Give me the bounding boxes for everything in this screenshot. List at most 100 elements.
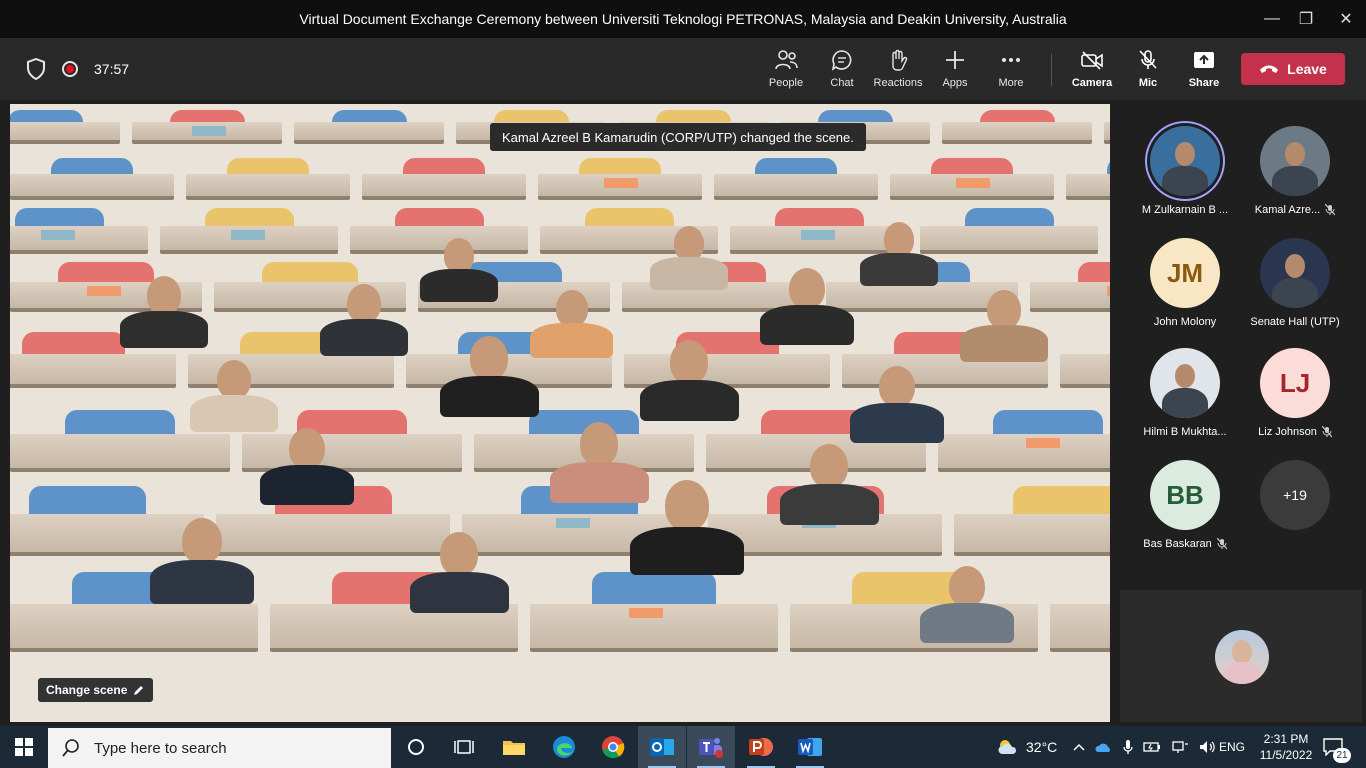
windows-taskbar: Type here to search 32°C ENG 2:31 PM 11/… [0, 726, 1366, 768]
cortana-button[interactable] [392, 726, 440, 768]
powerpoint-app[interactable] [737, 726, 785, 768]
notification-center-button[interactable]: 21 [1323, 726, 1351, 768]
people-button[interactable]: People [758, 48, 814, 92]
microphone-icon[interactable] [1123, 739, 1133, 755]
auditorium-desk [938, 434, 1110, 472]
attendee-avatar [920, 566, 1014, 643]
teams-icon [699, 738, 723, 758]
mic-muted-icon [1325, 204, 1336, 216]
task-view-icon [454, 740, 474, 754]
participant-tile[interactable]: Kamal Azre... [1240, 126, 1350, 230]
attendee-avatar [760, 268, 854, 345]
attendee-avatar [650, 226, 728, 290]
clock[interactable]: 2:31 PM 11/5/2022 [1256, 726, 1316, 768]
network-icon[interactable] [1171, 740, 1189, 754]
auditorium-desk [362, 174, 526, 200]
participant-avatar [1150, 348, 1220, 418]
participant-name-label: Bas Baskaran [1143, 538, 1227, 550]
weather-widget[interactable]: 32°C [996, 726, 1057, 768]
shield-icon[interactable] [26, 58, 46, 80]
auditorium-desk [10, 604, 258, 652]
meeting-toolbar: 37:57 People Chat Reactions Apps More Ca… [0, 38, 1366, 100]
auditorium-desk [942, 122, 1092, 144]
cortana-circle-icon [408, 739, 424, 755]
chat-button[interactable]: Chat [814, 48, 870, 92]
apps-button[interactable]: Apps [927, 48, 983, 92]
taskbar-search-box[interactable]: Type here to search [48, 728, 391, 768]
auditorium-desk [1066, 174, 1110, 200]
participant-tile[interactable]: Hilmi B Mukhta... [1130, 348, 1240, 452]
more-participants-button[interactable]: +19 [1260, 460, 1330, 530]
desk-paper [801, 230, 836, 240]
task-view-button[interactable] [440, 726, 488, 768]
attendee-avatar [960, 290, 1049, 363]
windows-logo-icon [15, 738, 33, 756]
word-icon [798, 738, 822, 756]
mic-button[interactable]: Mic [1120, 48, 1176, 92]
attendee-avatar [420, 238, 498, 302]
camera-off-icon [1081, 51, 1103, 70]
raise-hand-icon [892, 49, 908, 71]
auditorium-desk [10, 122, 120, 144]
auditorium-desk [920, 226, 1098, 254]
participant-avatar [1260, 238, 1330, 308]
change-scene-button[interactable]: Change scene [38, 678, 154, 702]
participant-avatar: LJ [1260, 348, 1330, 418]
participant-tile[interactable]: LJ Liz Johnson [1240, 348, 1350, 452]
reactions-button[interactable]: Reactions [870, 48, 926, 92]
attendee-avatar [860, 222, 938, 286]
people-icon [775, 50, 798, 70]
attendee-avatar [440, 336, 539, 418]
desk-paper [86, 286, 121, 296]
outlook-app[interactable] [638, 726, 686, 768]
plus-icon [946, 51, 964, 69]
participant-initials: BB [1166, 479, 1204, 510]
meeting-timer: 37:57 [94, 61, 130, 77]
participant-tile[interactable]: +19 [1240, 460, 1350, 564]
outlook-icon [650, 738, 674, 756]
attendee-avatar [320, 284, 409, 357]
chrome-app[interactable] [589, 726, 637, 768]
speaker-icon[interactable] [1199, 740, 1217, 754]
file-explorer-app[interactable] [490, 726, 538, 768]
participant-tile[interactable]: JM John Molony [1130, 238, 1240, 342]
auditorium-desk [10, 226, 148, 254]
participant-tile[interactable]: Senate Hall (UTP) [1240, 238, 1350, 342]
chrome-icon [602, 736, 625, 759]
attendee-avatar [630, 480, 745, 575]
close-window-button[interactable]: ✕ [1323, 0, 1366, 38]
word-app[interactable] [786, 726, 834, 768]
notification-count-badge: 21 [1333, 748, 1351, 763]
auditorium-desk [186, 174, 350, 200]
start-button[interactable] [0, 726, 48, 768]
scene-changed-notification: Kamal Azreel B Kamarudin (CORP/UTP) chan… [490, 123, 866, 151]
camera-button[interactable]: Camera [1064, 48, 1120, 92]
attendee-avatar [260, 428, 354, 505]
attendee-avatar [850, 366, 944, 443]
language-indicator[interactable]: ENG [1219, 726, 1245, 768]
attendee-avatar [120, 276, 209, 349]
battery-icon[interactable] [1143, 741, 1161, 753]
participant-tile[interactable]: BB Bas Baskaran [1130, 460, 1240, 564]
edge-app[interactable] [540, 726, 588, 768]
chevron-up-icon[interactable] [1073, 743, 1085, 751]
toolbar-divider [1051, 54, 1052, 86]
desk-paper [629, 608, 664, 618]
self-view-tile[interactable] [1120, 590, 1362, 722]
leave-button[interactable]: Leave [1241, 53, 1345, 85]
share-button[interactable]: Share [1176, 48, 1232, 92]
mic-off-icon [1139, 50, 1157, 69]
auditorium-desk [1060, 354, 1110, 388]
recording-indicator-icon [62, 61, 78, 77]
participant-tile[interactable]: M Zulkarnain B ... [1130, 126, 1240, 230]
more-button[interactable]: More [983, 48, 1039, 92]
participant-name-label: M Zulkarnain B ... [1141, 204, 1229, 216]
teams-app[interactable] [687, 726, 735, 768]
participant-avatar: BB [1150, 460, 1220, 530]
participant-avatar: JM [1150, 238, 1220, 308]
participant-name-label: Senate Hall (UTP) [1250, 316, 1340, 328]
participant-avatar [1150, 126, 1220, 196]
attendee-avatar [190, 360, 279, 433]
onedrive-icon[interactable] [1095, 741, 1113, 753]
weather-cloud-icon [998, 740, 1017, 754]
